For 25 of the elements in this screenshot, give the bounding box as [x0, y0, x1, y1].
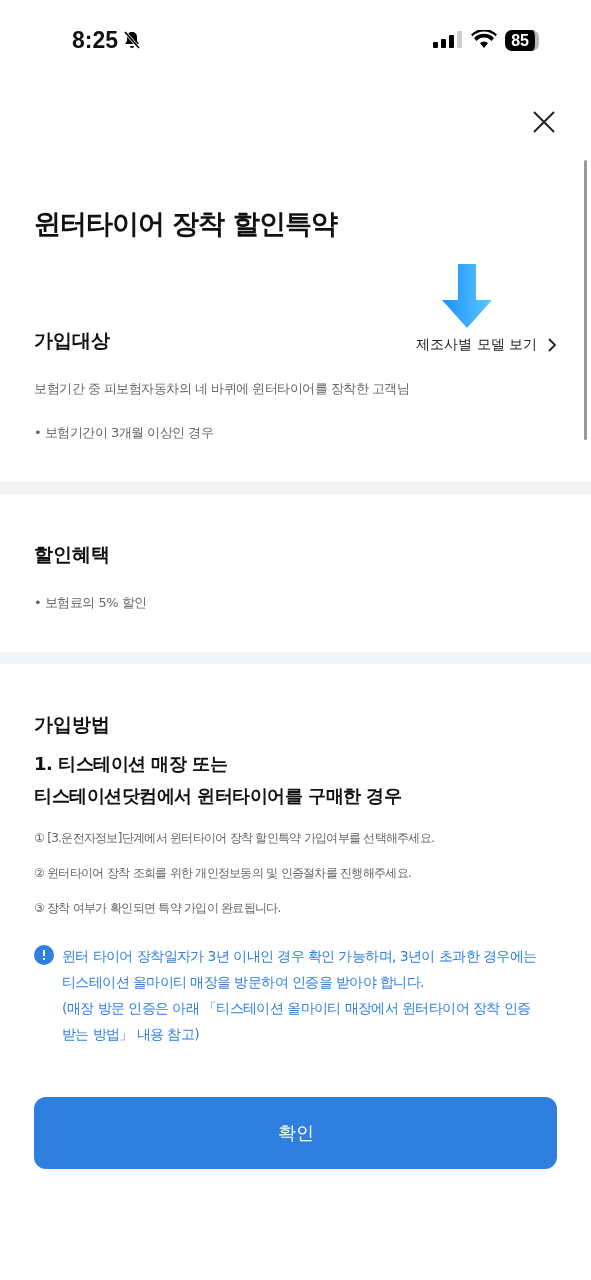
battery-icon: 85: [505, 29, 539, 51]
info-icon: [34, 945, 54, 965]
confirm-button[interactable]: 확인: [34, 1097, 557, 1169]
body-text: ③ 장착 여부가 확인되면 특약 가입이 완료됩니다.: [34, 900, 282, 917]
body-text: 보험기간 중 피보험자동차의 네 바퀴에 윈터타이어를 장착한 고객님: [34, 380, 411, 398]
close-icon[interactable]: [532, 110, 556, 134]
arrow-down-icon: [441, 264, 492, 328]
wifi-icon: [471, 30, 498, 50]
model-list-link[interactable]: 제조사별 모델 보기: [416, 336, 557, 354]
signal-icon: [433, 30, 464, 50]
section-heading: 가입대상: [34, 328, 110, 353]
notice-text: (매장 방문 인증은 아래 「티스테이션 올마이티 매장에서 윈터타이어 장착 인증받는 방법」 내용 참고): [62, 999, 532, 1044]
method-heading: 1. 티스테이션 매장 또는: [34, 752, 229, 776]
status-time: 8:25: [72, 26, 119, 54]
body-text: • 보험료의 5% 할인: [34, 594, 148, 612]
body-text: ① [3.운전자정보]단계에서 윈터타이어 장착 할인특약 가입여부를 선택해주세요.: [34, 830, 436, 847]
bell-muted-icon: [122, 30, 143, 50]
section-heading: 가입방법: [34, 712, 110, 737]
body-text: ② 윈터타이어 장착 조회를 위한 개인정보동의 및 인증절차를 진행해주세요.: [34, 865, 413, 882]
notice-text: 윈터 타이어 장착일자가 3년 이내인 경우 확인 가능하며, 3년이 초과한 경우에는 티스테이션 올마이티 매장을 방문하여 인증을 받아야 합니다.: [62, 947, 537, 992]
section-heading: 할인혜택: [34, 542, 110, 567]
body-text: • 보험기간이 3개월 이상인 경우: [34, 424, 215, 442]
page-title: 윈터타이어 장착 할인특약: [34, 207, 339, 241]
method-heading: 티스테이션닷컴에서 윈터타이어를 구매한 경우: [34, 784, 403, 808]
chevron-right-icon: [547, 338, 557, 352]
